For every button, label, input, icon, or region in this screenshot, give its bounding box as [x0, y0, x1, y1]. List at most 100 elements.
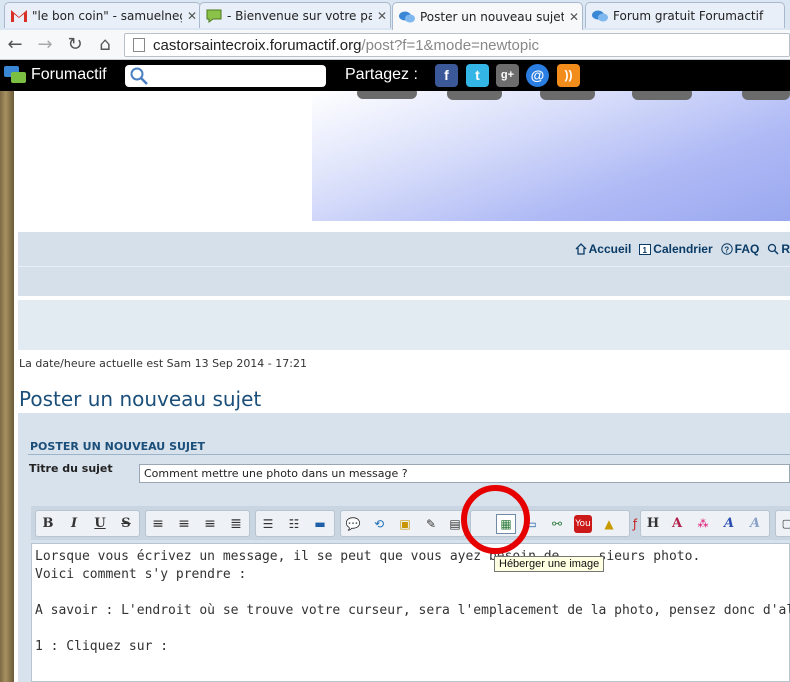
facebook-icon[interactable]: f — [435, 64, 458, 87]
link-icon[interactable]: ⚯ — [548, 515, 566, 533]
page-title: Poster un nouveau sujet — [19, 387, 262, 411]
editor-line: A savoir : L'endroit où se trouve votre … — [35, 603, 790, 618]
home-icon — [575, 243, 587, 255]
search-icon — [768, 243, 779, 255]
color-icon[interactable]: ⁂ — [694, 515, 712, 533]
toolbar-group-blocks: 💬 ⟲ ▣ ✎ ▤ — [340, 510, 465, 537]
forum-icon — [592, 10, 608, 21]
forumactif-logo-icon[interactable] — [4, 66, 26, 84]
forum-subpanel — [18, 300, 790, 350]
numbered-list-icon[interactable]: ☷ — [285, 515, 303, 533]
search-icon — [130, 67, 148, 85]
strikethrough-icon[interactable]: S — [117, 515, 135, 533]
align-justify-icon[interactable]: ≣ — [227, 515, 245, 533]
calendar-icon: 1 — [639, 244, 652, 255]
current-datetime: La date/heure actuelle est Sam 13 Sep 20… — [19, 357, 307, 370]
tab-title: Forum gratuit Forumactif — [613, 8, 764, 23]
tab-title: "le bon coin" - samuelneg — [32, 8, 182, 23]
help-icon: ? — [720, 243, 733, 255]
post-form: POSTER UN NOUVEAU SUJET Titre du sujet C… — [18, 413, 790, 682]
close-icon[interactable]: ✕ — [374, 9, 390, 23]
forumactif-search-input[interactable] — [125, 65, 326, 87]
horizontal-rule-icon[interactable]: ▬ — [311, 515, 329, 533]
divider — [28, 454, 790, 455]
spoiler-icon[interactable]: ▣ — [396, 515, 414, 533]
nav-link-label: Accueil — [588, 242, 632, 256]
reload-icon[interactable]: ↻ — [64, 34, 86, 56]
tab-gmail[interactable]: "le bon coin" - samuelneg ✕ — [4, 2, 201, 28]
forum-banner — [312, 91, 790, 221]
forward-icon[interactable]: → — [34, 34, 56, 56]
twitter-icon[interactable]: t — [466, 64, 489, 87]
font-size-icon[interactable]: A — [668, 515, 686, 533]
editor-line: Lorsque vous écrivez un message, il se p… — [35, 549, 701, 564]
url-host: castorsaintecroix.forumactif.org — [153, 36, 362, 54]
divider — [18, 266, 790, 267]
heading-icon[interactable]: H — [644, 515, 662, 533]
address-bar[interactable]: castorsaintecroix.forumactif.org/post?f=… — [124, 33, 790, 57]
google-plus-icon[interactable]: g+ — [496, 64, 519, 87]
browser-toolbar: ← → ↻ ⌂ castorsaintecroix.forumactif.org… — [0, 30, 790, 60]
url-path: /post?f=1&mode=newtopic — [361, 36, 540, 54]
nav-links: Accueil 1 Calendrier ? FAQ R — [575, 242, 790, 256]
bullet-list-icon[interactable]: ☰ — [259, 515, 277, 533]
forumactif-toolbar: Forumactif Partagez : f t g+ @ )) — [0, 60, 790, 91]
page-icon — [133, 38, 145, 52]
underline-icon[interactable]: U — [91, 515, 109, 533]
hide-icon[interactable]: ✎ — [422, 515, 440, 533]
toolbar-group-lists: ☰ ☷ ▬ — [255, 510, 335, 537]
editor-line: 1 : Cliquez sur : — [35, 639, 169, 654]
font-icon[interactable]: A — [720, 515, 738, 533]
nav-link-accueil[interactable]: Accueil — [575, 242, 632, 256]
home-icon[interactable]: ⌂ — [94, 34, 116, 56]
tab-title: Poster un nouveau sujet — [420, 9, 564, 24]
align-left-icon[interactable]: ≡ — [149, 515, 167, 533]
highlight-circle — [461, 485, 530, 554]
dailymotion-icon[interactable]: ▲ — [600, 515, 618, 533]
post-form-header: POSTER UN NOUVEAU SUJET — [30, 440, 206, 453]
tab-bienvenue[interactable]: - Bienvenue sur votre pann ✕ — [199, 2, 391, 28]
banner-letters — [357, 91, 790, 100]
align-center-icon[interactable]: ≡ — [175, 515, 193, 533]
page-content: Accueil 1 Calendrier ? FAQ R La date/heu… — [0, 91, 790, 682]
code-icon[interactable]: ⟲ — [370, 515, 388, 533]
toolbar-group-format: H A ⁂ A A — [640, 510, 770, 537]
editor-line: Voici comment s'y prendre : — [35, 567, 247, 582]
more-icon[interactable]: ▢ — [778, 515, 790, 533]
toolbar-group-more: ▢ — [775, 510, 790, 537]
share-label: Partagez : — [345, 66, 418, 83]
svg-text:1: 1 — [643, 246, 648, 255]
nav-link-calendrier[interactable]: 1 Calendrier — [639, 242, 713, 256]
italic-icon[interactable]: I — [65, 515, 83, 533]
back-icon[interactable]: ← — [4, 34, 26, 56]
close-icon[interactable]: ✕ — [566, 10, 582, 24]
close-icon[interactable]: ✕ — [184, 9, 200, 23]
bold-icon[interactable]: B — [39, 515, 57, 533]
message-textarea[interactable]: Lorsque vous écrivez un message, il se p… — [31, 543, 790, 682]
youtube-icon[interactable]: You — [574, 515, 592, 533]
forumactif-brand[interactable]: Forumactif — [31, 66, 107, 84]
nav-link-label: R — [781, 242, 790, 256]
toolbar-group-text-style: B I U S — [35, 510, 140, 537]
forum-nav-panel: Accueil 1 Calendrier ? FAQ R — [18, 232, 790, 296]
quote-icon[interactable]: 💬 — [344, 515, 362, 533]
nav-link-label: FAQ — [734, 242, 760, 256]
subject-input[interactable]: Comment mettre une photo dans un message… — [139, 464, 790, 483]
chat-bubble-icon — [206, 9, 222, 23]
tab-poster-nouveau-sujet[interactable]: Poster un nouveau sujet ✕ — [392, 2, 583, 30]
nav-link-label: Calendrier — [653, 242, 713, 256]
align-right-icon[interactable]: ≡ — [201, 515, 219, 533]
svg-text:?: ? — [724, 246, 729, 255]
toolbar-group-align: ≡ ≡ ≡ ≣ — [145, 510, 250, 537]
forum-icon — [399, 11, 415, 22]
rss-icon[interactable]: )) — [557, 64, 580, 87]
tab-title: - Bienvenue sur votre pann — [227, 8, 372, 23]
tab-forum-gratuit[interactable]: Forum gratuit Forumactif — [585, 2, 785, 28]
browser-tab-bar: "le bon coin" - samuelneg ✕ - Bienvenue … — [0, 0, 790, 30]
tooltip: Héberger une image — [494, 556, 605, 572]
email-icon[interactable]: @ — [526, 64, 549, 87]
nav-link-faq[interactable]: ? FAQ — [720, 242, 760, 256]
nav-link-recherche[interactable]: R — [767, 242, 790, 256]
clear-format-icon[interactable]: A — [746, 515, 764, 533]
